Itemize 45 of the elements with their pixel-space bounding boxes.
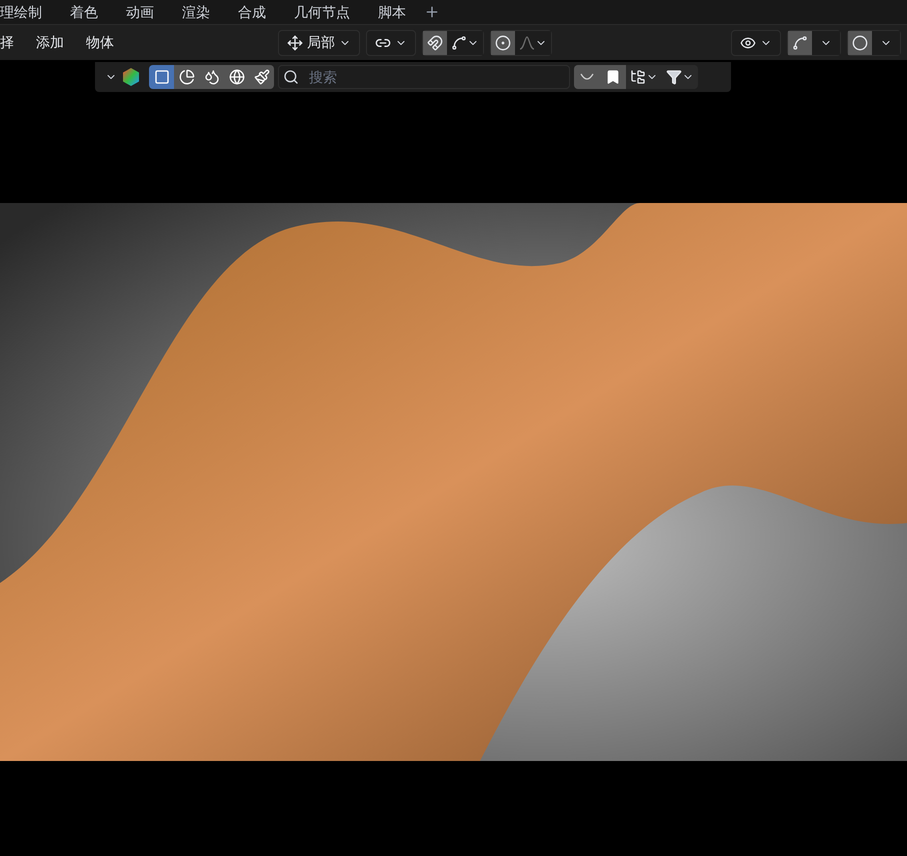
snap-toggle[interactable] <box>423 30 447 54</box>
menu-item[interactable]: 添加 <box>36 32 64 53</box>
workspace-tab[interactable]: 几何节点 <box>280 0 364 24</box>
curve-icon <box>580 73 594 81</box>
gizmo-toggle[interactable] <box>788 30 812 54</box>
spline-icon <box>451 34 467 50</box>
brush-icon <box>254 69 270 85</box>
filter-type-button[interactable] <box>174 65 199 89</box>
hierarchy-dropdown[interactable] <box>626 65 662 89</box>
magnet-icon <box>427 34 443 50</box>
proportional-toggle[interactable] <box>491 30 515 54</box>
pie-icon <box>178 69 194 85</box>
plus-icon <box>424 4 440 20</box>
bookmark-icon <box>605 69 621 85</box>
axes-icon <box>287 34 303 50</box>
droplets-icon <box>204 69 220 85</box>
workspace-tab[interactable]: 着色 <box>56 0 112 24</box>
spline-icon <box>792 34 808 50</box>
workspace-tab[interactable]: 动画 <box>112 0 168 24</box>
overlay-toggle[interactable] <box>848 30 872 54</box>
circle-dot-icon <box>495 34 511 50</box>
menu-item[interactable]: 择 <box>0 32 14 53</box>
filter-icon <box>666 69 682 85</box>
eye-icon <box>740 34 756 50</box>
workspace-tab[interactable]: 脚本 <box>364 0 420 24</box>
curve-button[interactable] <box>574 65 600 89</box>
search-field[interactable]: 搜索 <box>278 65 570 89</box>
tree-icon <box>630 69 646 85</box>
menu-item[interactable]: 物体 <box>86 32 114 53</box>
hexagon-icon <box>121 67 141 87</box>
workspace-tab[interactable]: 渲染 <box>168 0 224 24</box>
bookmark-toggle[interactable] <box>600 65 626 89</box>
search-icon <box>283 69 299 85</box>
pivot-dropdown[interactable] <box>366 30 416 56</box>
filter-type-button[interactable] <box>149 65 174 89</box>
square-icon <box>154 69 170 85</box>
circle-icon <box>852 34 868 50</box>
visibility-dropdown[interactable] <box>731 30 781 56</box>
workspace-tab[interactable]: 理绘制 <box>0 0 56 24</box>
orientation-dropdown[interactable]: 局部 <box>278 30 360 56</box>
bell-curve-icon <box>519 36 535 50</box>
filter-dropdown[interactable] <box>662 65 698 89</box>
filter-type-button[interactable] <box>249 65 274 89</box>
globe-icon <box>228 69 244 85</box>
workspace-tab[interactable]: 合成 <box>224 0 280 24</box>
